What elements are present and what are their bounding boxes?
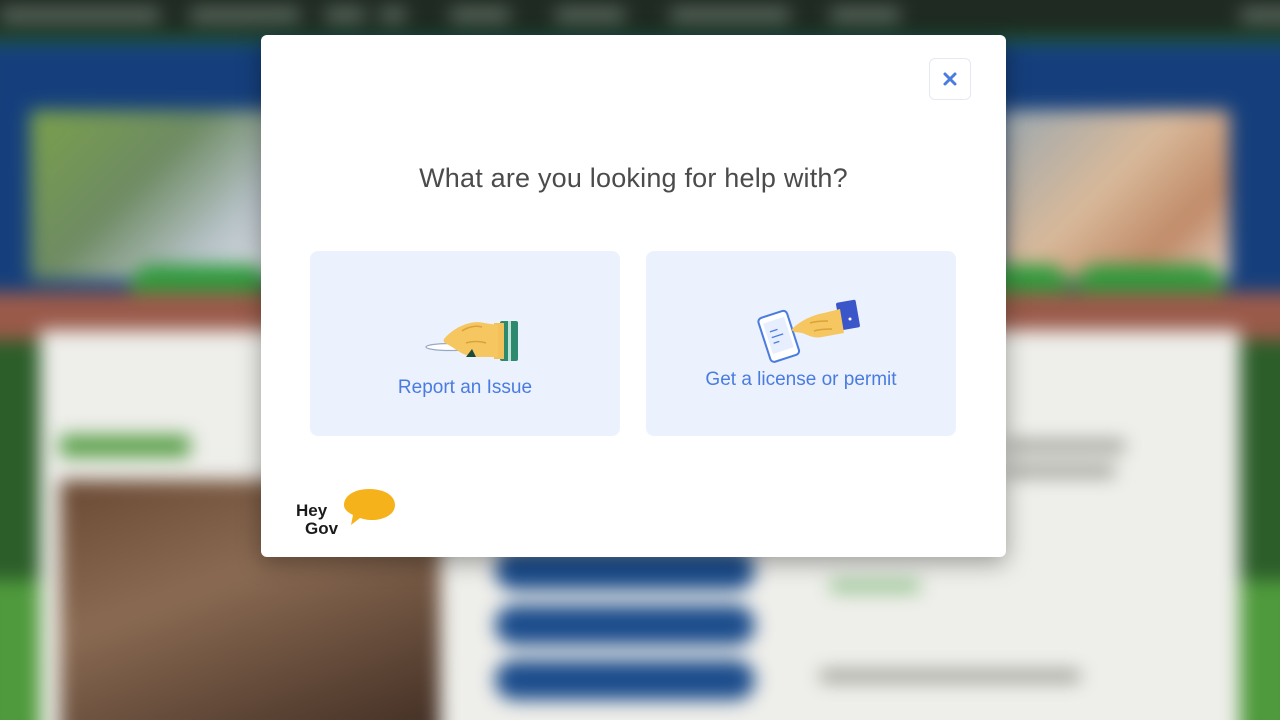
heygov-logo: Hey Gov: [296, 487, 406, 547]
hand-holding-plate-illustration: [425, 321, 518, 361]
help-modal: What are you looking for help with? Repo…: [261, 35, 1006, 557]
speech-bubble-icon: [344, 489, 395, 525]
license-permit-label: Get a license or permit: [705, 369, 897, 390]
close-button[interactable]: [929, 58, 971, 100]
background-top-bar: [0, 0, 1280, 36]
logo-line-hey: Hey: [296, 501, 328, 520]
logo-line-gov: Gov: [305, 519, 339, 538]
license-permit-option[interactable]: Get a license or permit: [646, 251, 956, 436]
report-issue-option[interactable]: Report an Issue: [310, 251, 620, 436]
report-issue-label: Report an Issue: [397, 377, 533, 398]
modal-title: What are you looking for help with?: [419, 163, 848, 193]
close-icon: [943, 72, 957, 86]
logo-text: Hey Gov: [296, 502, 338, 538]
hand-tapping-phone-illustration: [757, 299, 860, 363]
